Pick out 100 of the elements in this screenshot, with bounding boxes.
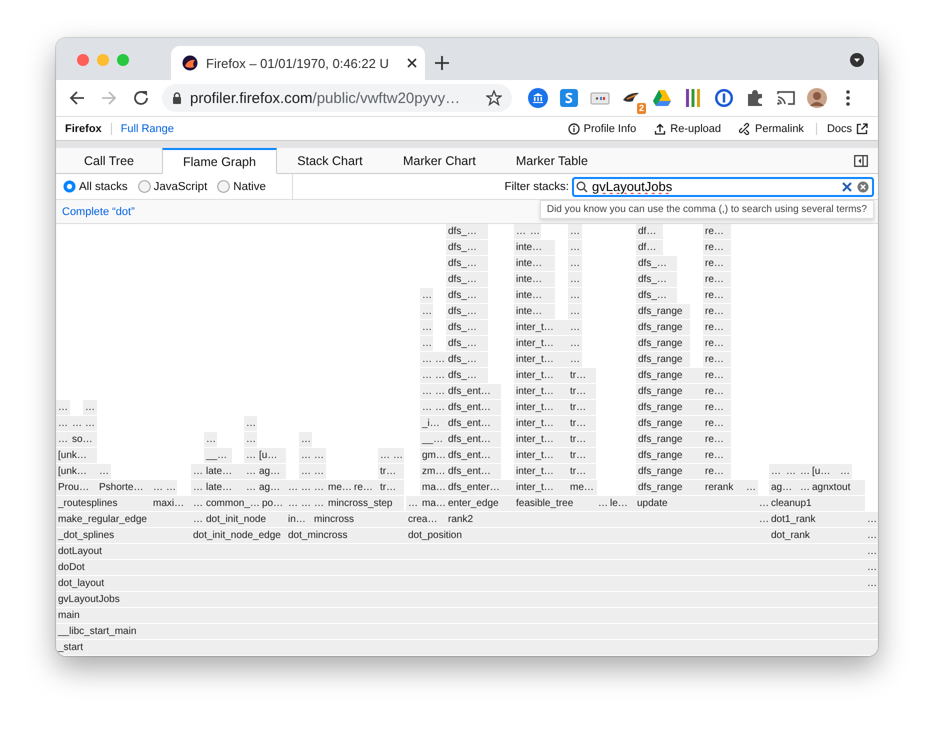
flame-frame[interactable]: … xyxy=(56,432,70,447)
flame-frame[interactable]: … xyxy=(56,416,70,431)
flame-frame[interactable]: dfs_range xyxy=(636,416,703,431)
flame-frame[interactable]: ag… xyxy=(257,464,286,479)
flame-frame[interactable]: tr… xyxy=(568,416,596,431)
bars-icon[interactable] xyxy=(683,88,703,108)
flame-frame[interactable]: … xyxy=(596,496,608,511)
flame-frame[interactable]: update xyxy=(635,496,757,511)
browser-tab[interactable]: Firefox – 01/01/1970, 0:46:22 U xyxy=(171,46,425,80)
flame-frame[interactable]: … xyxy=(433,400,446,415)
radio-option[interactable]: JavaScript xyxy=(138,180,208,193)
flame-frame[interactable]: … xyxy=(391,448,404,463)
flame-frame[interactable]: dot_rank xyxy=(769,528,865,543)
flame-frame[interactable]: … xyxy=(420,400,433,415)
flame-frame[interactable]: … xyxy=(784,464,798,479)
close-icon[interactable] xyxy=(407,58,417,68)
flame-frame[interactable]: … xyxy=(865,576,878,591)
flame-frame[interactable]: enter_edge xyxy=(446,496,514,511)
flame-frame[interactable]: dfs_ent… xyxy=(446,448,501,463)
flame-frame[interactable]: tr… xyxy=(378,464,404,479)
flame-frame[interactable]: … xyxy=(528,224,541,239)
flame-frame[interactable]: … xyxy=(244,464,257,479)
flame-frame[interactable]: inter_t… xyxy=(514,416,568,431)
flame-frame[interactable]: dfs_… xyxy=(446,288,488,303)
reload-icon[interactable] xyxy=(132,89,150,107)
flame-frame[interactable]: gvLayoutJobs xyxy=(56,592,878,607)
toolbar-button[interactable]: Docs xyxy=(816,122,868,134)
transform-breadcrumb[interactable]: Complete “dot” xyxy=(62,206,135,218)
flame-frame[interactable]: … xyxy=(568,272,582,287)
flame-frame[interactable]: inter_t… xyxy=(514,432,568,447)
flame-frame[interactable]: dot1_rank xyxy=(769,512,865,527)
flame-frame[interactable]: … xyxy=(757,512,769,527)
flame-frame[interactable]: … xyxy=(97,464,111,479)
flame-frame[interactable]: … xyxy=(420,384,433,399)
view-tab[interactable]: Marker Table xyxy=(496,148,608,174)
flame-frame[interactable]: _dot_splines xyxy=(56,528,191,543)
flame-frame[interactable]: inter_t… xyxy=(514,400,568,415)
flame-frame[interactable]: … xyxy=(568,288,582,303)
flame-frame[interactable]: re… xyxy=(703,320,731,335)
flame-frame[interactable]: agnxtout xyxy=(810,480,865,495)
flame-frame[interactable]: inter_t… xyxy=(514,352,568,367)
flame-frame[interactable]: … xyxy=(286,480,299,495)
view-tab[interactable]: Stack Chart xyxy=(276,148,383,174)
flame-frame[interactable]: Prou… xyxy=(56,480,97,495)
flame-frame[interactable]: dfs_ent… xyxy=(446,464,501,479)
flame-frame[interactable]: … xyxy=(312,448,326,463)
radio-option[interactable]: Native xyxy=(217,180,266,193)
flame-frame[interactable]: me… xyxy=(326,480,352,495)
flame-frame[interactable]: re… xyxy=(703,304,731,319)
flame-frame[interactable]: re… xyxy=(703,336,731,351)
flame-frame[interactable]: … xyxy=(568,224,582,239)
flame-frame[interactable]: inter_t… xyxy=(514,320,568,335)
flame-frame[interactable]: le… xyxy=(608,496,635,511)
bank-icon[interactable] xyxy=(528,88,548,108)
clear-circle-icon[interactable] xyxy=(857,180,869,192)
flame-frame[interactable]: re… xyxy=(703,256,731,271)
flame-frame[interactable]: df… xyxy=(636,224,663,239)
flame-frame[interactable]: … xyxy=(865,560,878,575)
flame-frame[interactable]: … xyxy=(865,512,878,527)
flame-frame[interactable]: … xyxy=(83,416,97,431)
toolbar-button[interactable]: Re-upload xyxy=(636,122,722,134)
flame-frame[interactable]: … xyxy=(757,496,769,511)
flame-frame[interactable]: crea… xyxy=(406,512,446,527)
flame-frame[interactable]: … xyxy=(798,480,810,495)
flame-frame[interactable]: inte… xyxy=(514,240,555,255)
flame-frame[interactable]: dotLayout xyxy=(56,544,865,559)
flame-frame[interactable]: common_… xyxy=(204,496,260,511)
flame-frame[interactable]: … xyxy=(420,352,433,367)
flame-frame[interactable]: dfs_… xyxy=(446,272,488,287)
flame-frame[interactable]: dot_layout xyxy=(56,576,865,591)
flame-frame[interactable]: tr… xyxy=(568,464,596,479)
flame-frame[interactable]: ag… xyxy=(257,480,286,495)
view-tab[interactable]: Marker Chart xyxy=(382,148,496,174)
flame-frame[interactable]: … xyxy=(420,336,433,351)
flame-frame[interactable]: … xyxy=(164,480,177,495)
address-bar[interactable]: profiler.firefox.com/public/vwftw20pyvy… xyxy=(162,84,512,112)
flame-frame[interactable]: dfs_range xyxy=(636,336,690,351)
flame-frame[interactable]: dfs_ent… xyxy=(446,400,501,415)
flame-frame[interactable]: dfs_range xyxy=(636,384,703,399)
flame-frame[interactable]: ma… xyxy=(420,496,446,511)
flame-frame[interactable]: re… xyxy=(703,288,731,303)
flame-frame[interactable]: inter_t… xyxy=(514,480,568,495)
flame-frame[interactable]: main xyxy=(56,608,878,623)
flame-frame[interactable]: dfs_… xyxy=(446,240,488,255)
flame-frame[interactable]: me… xyxy=(568,480,597,495)
flame-frame[interactable]: … xyxy=(433,352,446,367)
flame-frame[interactable]: … xyxy=(244,480,257,495)
drive-icon[interactable] xyxy=(652,88,672,108)
flame-frame[interactable]: … xyxy=(312,496,326,511)
back-icon[interactable] xyxy=(68,89,86,107)
puzzle-icon[interactable] xyxy=(745,88,765,108)
flame-frame[interactable]: dfs_… xyxy=(446,256,488,271)
view-tab[interactable]: Call Tree xyxy=(56,148,162,174)
flame-frame[interactable]: … xyxy=(56,400,70,415)
flame-frame[interactable]: dfs_range xyxy=(636,432,703,447)
product-name[interactable]: Firefox xyxy=(65,122,112,134)
flame-frame[interactable]: _start xyxy=(56,640,878,655)
flame-frame[interactable]: ma… xyxy=(420,480,446,495)
flame-frame[interactable]: dot_mincross xyxy=(286,528,406,543)
flame-frame[interactable]: … xyxy=(420,288,433,303)
